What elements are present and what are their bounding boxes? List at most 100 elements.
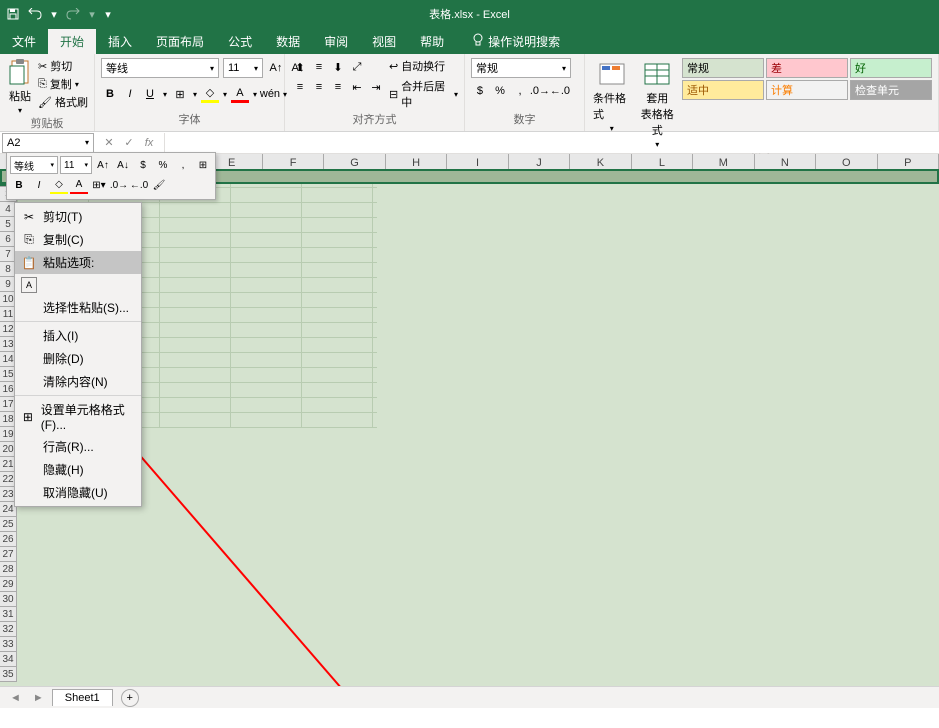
cell-styles-gallery[interactable]: 常规 差 好 适中 计算 检查单元: [682, 58, 932, 100]
mini-comma-icon[interactable]: ,: [174, 156, 192, 174]
indent-increase-icon[interactable]: ⇥: [367, 78, 385, 96]
cm-format-cells[interactable]: ⊞设置单元格格式(F)...: [15, 398, 141, 435]
row-header[interactable]: 35: [0, 667, 17, 682]
increase-decimal-icon[interactable]: .0→: [531, 82, 549, 100]
row-header[interactable]: 25: [0, 517, 17, 532]
cm-row-height[interactable]: 行高(R)...: [15, 435, 141, 458]
phonetic-button[interactable]: wén: [261, 85, 279, 103]
mini-font-color-icon[interactable]: A: [70, 176, 88, 194]
number-format-select[interactable]: 常规▾: [471, 58, 571, 78]
bold-button[interactable]: B: [101, 85, 119, 103]
tab-data[interactable]: 数据: [264, 29, 312, 54]
mini-font-select[interactable]: 等线▾: [10, 156, 58, 174]
conditional-format-button[interactable]: 条件格式▾: [591, 58, 633, 135]
font-color-dropdown-icon[interactable]: ▾: [251, 85, 259, 103]
paste-dropdown-icon[interactable]: ▾: [18, 106, 22, 115]
mini-border-icon[interactable]: ⊞: [194, 156, 212, 174]
copy-button[interactable]: ⎘复制▾: [38, 76, 88, 92]
cancel-formula-icon[interactable]: ✕: [100, 134, 118, 152]
tab-home[interactable]: 开始: [48, 29, 96, 54]
cm-hide[interactable]: 隐藏(H): [15, 458, 141, 481]
undo-dropdown-icon[interactable]: ▾: [50, 7, 58, 21]
cm-unhide[interactable]: 取消隐藏(U): [15, 481, 141, 504]
increase-font-icon[interactable]: A↑: [267, 59, 285, 77]
style-check[interactable]: 检查单元: [850, 80, 932, 100]
font-size-select[interactable]: 11▾: [223, 58, 263, 78]
mini-decrease-font-icon[interactable]: A↓: [114, 156, 132, 174]
mini-format-painter-icon[interactable]: 🖌: [150, 176, 168, 194]
style-normal[interactable]: 常规: [682, 58, 764, 78]
mini-decimal-dec-icon[interactable]: ←.0: [130, 176, 148, 194]
row-header[interactable]: 29: [0, 577, 17, 592]
italic-button[interactable]: I: [121, 85, 139, 103]
underline-dropdown-icon[interactable]: ▾: [161, 85, 169, 103]
mini-size-select[interactable]: 11▾: [60, 156, 92, 174]
undo-icon[interactable]: [28, 7, 42, 21]
cm-paste-values[interactable]: A: [15, 274, 141, 296]
style-neutral[interactable]: 适中: [682, 80, 764, 100]
fill-dropdown-icon[interactable]: ▾: [221, 85, 229, 103]
style-good[interactable]: 好: [850, 58, 932, 78]
row-header[interactable]: 34: [0, 652, 17, 667]
sheet-nav-next-icon[interactable]: ►: [29, 692, 48, 704]
style-calc[interactable]: 计算: [766, 80, 848, 100]
sheet-tab-1[interactable]: Sheet1: [52, 689, 113, 706]
border-dropdown-icon[interactable]: ▾: [191, 85, 199, 103]
tab-help[interactable]: 帮助: [408, 29, 456, 54]
align-left-icon[interactable]: ≡: [291, 78, 309, 96]
mini-percent-icon[interactable]: %: [154, 156, 172, 174]
redo-icon[interactable]: [66, 7, 80, 21]
mini-decimal-inc-icon[interactable]: .0→: [110, 176, 128, 194]
align-right-icon[interactable]: ≡: [329, 78, 347, 96]
sheet-nav-prev-icon[interactable]: ◄: [6, 692, 25, 704]
mini-italic-button[interactable]: I: [30, 176, 48, 194]
name-box[interactable]: A2▾: [2, 133, 94, 153]
font-name-select[interactable]: 等线▾: [101, 58, 219, 78]
wrap-text-button[interactable]: ↩自动换行: [389, 58, 458, 74]
row-header[interactable]: 31: [0, 607, 17, 622]
align-top-icon[interactable]: ⬆: [291, 58, 309, 76]
row-header[interactable]: 27: [0, 547, 17, 562]
format-painter-button[interactable]: 🖌格式刷: [38, 94, 88, 110]
cut-button[interactable]: ✂剪切: [38, 58, 88, 74]
cm-insert[interactable]: 插入(I): [15, 324, 141, 347]
fill-color-button[interactable]: ◇: [201, 85, 219, 103]
mini-border-dropdown-icon[interactable]: ⊞▾: [90, 176, 108, 194]
currency-icon[interactable]: $: [471, 82, 489, 100]
fx-icon[interactable]: fx: [140, 134, 158, 152]
align-bottom-icon[interactable]: ⬇: [329, 58, 347, 76]
qat-customize-icon[interactable]: ▾: [104, 7, 112, 21]
orientation-icon[interactable]: ⤢: [348, 58, 366, 76]
indent-decrease-icon[interactable]: ⇤: [348, 78, 366, 96]
tab-review[interactable]: 审阅: [312, 29, 360, 54]
tab-insert[interactable]: 插入: [96, 29, 144, 54]
row-header[interactable]: 33: [0, 637, 17, 652]
tab-layout[interactable]: 页面布局: [144, 29, 216, 54]
row-header[interactable]: 28: [0, 562, 17, 577]
format-as-table-button[interactable]: 套用 表格格式▾: [636, 58, 678, 151]
row-header[interactable]: 30: [0, 592, 17, 607]
row-header[interactable]: 26: [0, 532, 17, 547]
enter-formula-icon[interactable]: ✓: [120, 134, 138, 152]
mini-currency-icon[interactable]: $: [134, 156, 152, 174]
underline-button[interactable]: U: [141, 85, 159, 103]
cm-cut[interactable]: ✂剪切(T): [15, 205, 141, 228]
new-sheet-button[interactable]: +: [121, 689, 139, 707]
redo-dropdown-icon[interactable]: ▾: [88, 7, 96, 21]
save-icon[interactable]: [6, 7, 20, 21]
tab-view[interactable]: 视图: [360, 29, 408, 54]
align-center-icon[interactable]: ≡: [310, 78, 328, 96]
font-color-button[interactable]: A: [231, 85, 249, 103]
mini-bold-button[interactable]: B: [10, 176, 28, 194]
cm-copy[interactable]: ⎘复制(C): [15, 228, 141, 251]
paste-button[interactable]: 粘贴 ▾: [6, 58, 34, 115]
decrease-decimal-icon[interactable]: ←.0: [551, 82, 569, 100]
cm-delete[interactable]: 删除(D): [15, 347, 141, 370]
cm-clear[interactable]: 清除内容(N): [15, 370, 141, 393]
align-middle-icon[interactable]: ≡: [310, 58, 328, 76]
mini-increase-font-icon[interactable]: A↑: [94, 156, 112, 174]
tell-me-search[interactable]: 操作说明搜索: [464, 29, 568, 54]
comma-icon[interactable]: ,: [511, 82, 529, 100]
percent-icon[interactable]: %: [491, 82, 509, 100]
style-bad[interactable]: 差: [766, 58, 848, 78]
